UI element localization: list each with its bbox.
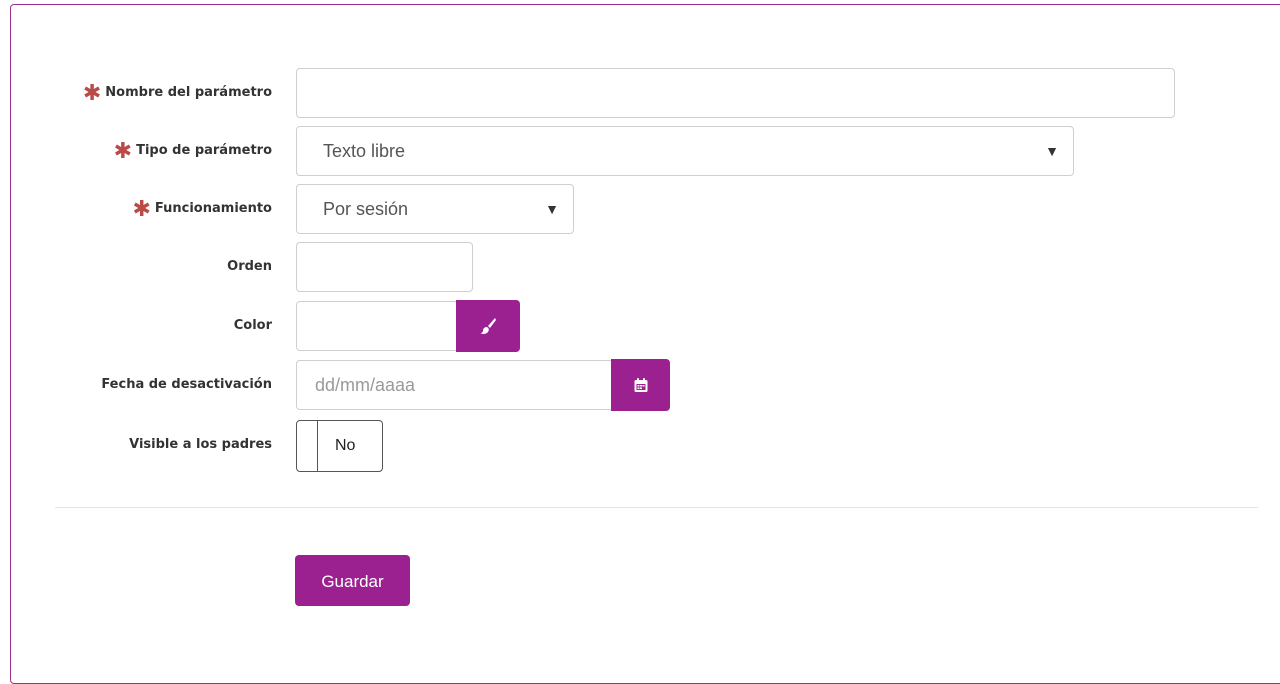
caret-down-icon: ▼: [545, 201, 559, 217]
funcionamiento-select[interactable]: Por sesión ▼: [296, 184, 574, 234]
row-tipo: ✱ Tipo de parámetro Texto libre ▼: [0, 126, 1280, 178]
divider: [55, 507, 1258, 508]
calendar-icon: [634, 378, 647, 392]
color-label: Color: [233, 318, 272, 333]
color-input[interactable]: [296, 301, 458, 351]
visible-label: Visible a los padres: [129, 437, 272, 452]
row-nombre: ✱ Nombre del parámetro: [0, 68, 1280, 120]
row-funcionamiento: ✱ Funcionamiento Por sesión ▼: [0, 184, 1280, 236]
row-color: Color: [0, 300, 1280, 353]
required-icon: ✱: [113, 139, 133, 164]
toggle-handle[interactable]: [297, 421, 318, 471]
toggle-state-text: No: [335, 437, 356, 454]
calendar-button[interactable]: [611, 359, 670, 411]
nombre-input[interactable]: [296, 68, 1175, 118]
tipo-label: ✱ Tipo de parámetro: [113, 139, 272, 164]
tipo-select-value: Texto libre: [323, 141, 406, 161]
color-picker-button[interactable]: [456, 300, 520, 352]
visible-toggle[interactable]: No: [296, 420, 383, 472]
funcionamiento-label: ✱ Funcionamiento: [132, 197, 272, 222]
orden-label: Orden: [227, 259, 272, 274]
paintbrush-icon: [480, 318, 496, 334]
fecha-input[interactable]: dd/mm/aaaa: [296, 360, 613, 410]
row-visible: Visible a los padres No: [0, 420, 1280, 472]
row-orden: Orden: [0, 242, 1280, 294]
required-icon: ✱: [82, 81, 102, 106]
row-fecha: Fecha de desactivación dd/mm/aaaa: [0, 359, 1280, 412]
required-icon: ✱: [132, 197, 151, 222]
tipo-select[interactable]: Texto libre ▼: [296, 126, 1074, 176]
save-button[interactable]: Guardar: [295, 555, 410, 606]
fecha-label: Fecha de desactivación: [101, 377, 272, 392]
nombre-label: ✱ Nombre del parámetro: [82, 81, 272, 106]
caret-down-icon: ▼: [1045, 143, 1059, 159]
orden-input[interactable]: [296, 242, 473, 292]
funcionamiento-select-value: Por sesión: [323, 199, 409, 219]
